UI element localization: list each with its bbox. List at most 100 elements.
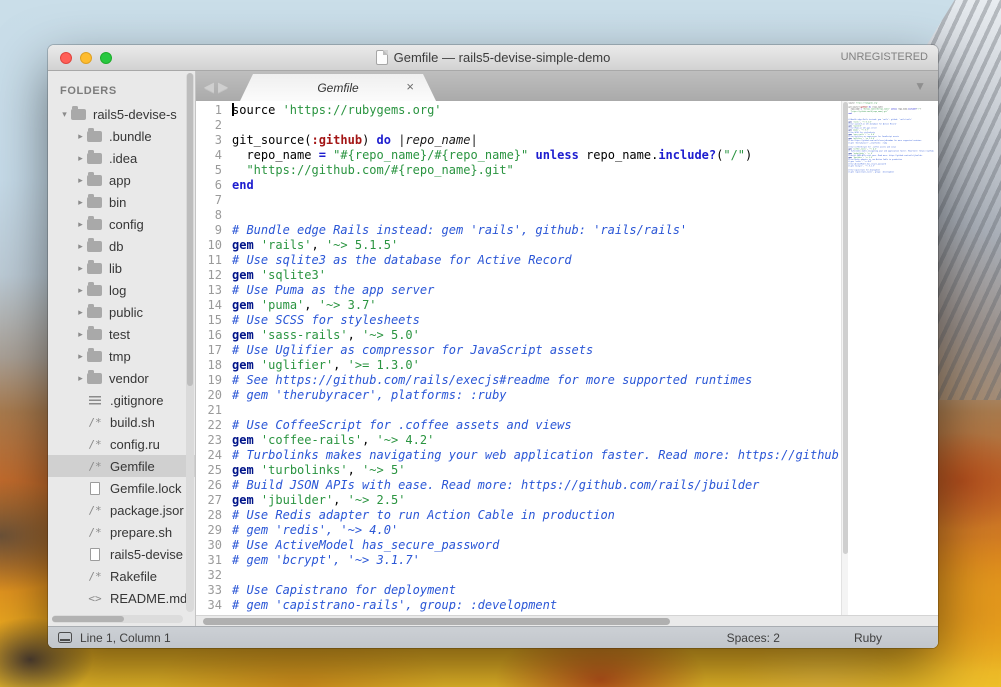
tree-item-db[interactable]: ▸ db xyxy=(48,235,195,257)
code-line[interactable]: 22 # Use CoffeeScript for .coffee assets … xyxy=(196,418,841,433)
tree-item-rails5-devise-s[interactable]: ▾ rails5-devise-s xyxy=(48,103,195,125)
code-line[interactable]: 34 # gem 'capistrano-rails', group: :deve… xyxy=(196,598,841,613)
document-icon xyxy=(375,50,388,65)
code-line[interactable]: 8 xyxy=(196,208,841,223)
tree-item-label: config.ru xyxy=(110,436,160,452)
code-line[interactable]: 27 gem 'jbuilder', '~> 2.5' xyxy=(196,493,841,508)
tree-item-tmp[interactable]: ▸ tmp xyxy=(48,345,195,367)
minimap[interactable]: source 'https://rubygems.org' git_source(… xyxy=(848,101,938,615)
close-button[interactable] xyxy=(60,52,72,64)
code-line[interactable]: 26 # Build JSON APIs with ease. Read more… xyxy=(196,478,841,493)
code-line[interactable]: 15 # Use SCSS for stylesheets xyxy=(196,313,841,328)
file-status-icon[interactable] xyxy=(58,632,72,643)
tree-item--idea[interactable]: ▸ .idea xyxy=(48,147,195,169)
expander-closed-icon[interactable]: ▸ xyxy=(74,153,87,164)
sidebar-horizontal-scrollbar[interactable] xyxy=(52,615,183,623)
code-line[interactable]: 6 end xyxy=(196,178,841,193)
line-number: 10 xyxy=(207,238,222,252)
tree-item-gemfile[interactable]: /* Gemfile xyxy=(48,455,195,477)
syntax-mode[interactable]: Ruby xyxy=(854,631,882,645)
code-line[interactable]: 14 gem 'puma', '~> 3.7' xyxy=(196,298,841,313)
code-line[interactable]: 18 gem 'uglifier', '>= 1.3.0' xyxy=(196,358,841,373)
tree-item-rakefile[interactable]: /* Rakefile xyxy=(48,565,195,587)
tree-item-app[interactable]: ▸ app xyxy=(48,169,195,191)
tab-gemfile[interactable]: Gemfile × xyxy=(240,74,436,101)
code-line[interactable]: 10 gem 'rails', '~> 5.1.5' xyxy=(196,238,841,253)
line-number: 21 xyxy=(207,403,222,417)
expander-closed-icon[interactable]: ▸ xyxy=(74,373,87,384)
tab-overflow-menu-icon[interactable]: ▼ xyxy=(914,79,926,93)
code-line[interactable]: 2 xyxy=(196,118,841,133)
tree-item-config-ru[interactable]: /* config.ru xyxy=(48,433,195,455)
code-line[interactable]: 23 gem 'coffee-rails', '~> 4.2' xyxy=(196,433,841,448)
tree-item-package-jsor[interactable]: /* package.jsor xyxy=(48,499,195,521)
expander-closed-icon[interactable]: ▸ xyxy=(74,241,87,252)
expander-closed-icon[interactable]: ▸ xyxy=(74,307,87,318)
code-line[interactable]: 24 # Turbolinks makes navigating your web… xyxy=(196,448,841,463)
editor-vertical-scrollbar[interactable] xyxy=(841,101,848,615)
expander-closed-icon[interactable]: ▸ xyxy=(74,329,87,340)
code-line[interactable]: 33 # Use Capistrano for deployment xyxy=(196,583,841,598)
expander-closed-icon[interactable]: ▸ xyxy=(74,175,87,186)
tree-item-label: .bundle xyxy=(109,128,152,144)
tree-item-readme-md[interactable]: <> README.md xyxy=(48,587,195,609)
code-line[interactable]: 12 gem 'sqlite3' xyxy=(196,268,841,283)
indentation-setting[interactable]: Spaces: 2 xyxy=(727,631,780,645)
tab-close-icon[interactable]: × xyxy=(406,79,414,94)
tree-item-label: .gitignore xyxy=(110,392,164,408)
code-line[interactable]: 4 repo_name = "#{repo_name}/#{repo_name}… xyxy=(196,148,841,163)
tree-item-vendor[interactable]: ▸ vendor xyxy=(48,367,195,389)
code-line[interactable]: 28 # Use Redis adapter to run Action Cabl… xyxy=(196,508,841,523)
tree-item-build-sh[interactable]: /* build.sh xyxy=(48,411,195,433)
title-bar[interactable]: Gemfile — rails5-devise-simple-demo UNRE… xyxy=(48,45,938,71)
expander-closed-icon[interactable]: ▸ xyxy=(74,351,87,362)
code-line[interactable]: 31 # gem 'bcrypt', '~> 3.1.7' xyxy=(196,553,841,568)
tree-item-gemfile-lock[interactable]: Gemfile.lock xyxy=(48,477,195,499)
editor-horizontal-scrollbar[interactable] xyxy=(196,615,938,626)
code-line[interactable]: 7 xyxy=(196,193,841,208)
minimize-button[interactable] xyxy=(80,52,92,64)
code-line[interactable]: 1 source 'https://rubygems.org' xyxy=(196,103,841,118)
tree-item-label: test xyxy=(109,326,130,342)
tab-nav-back-icon[interactable]: ◀ xyxy=(204,79,214,95)
code-line[interactable]: 25 gem 'turbolinks', '~> 5' xyxy=(196,463,841,478)
code-line[interactable]: 17 # Use Uglifier as compressor for JavaS… xyxy=(196,343,841,358)
code-line[interactable]: 19 # See https://github.com/rails/execjs#… xyxy=(196,373,841,388)
code-line[interactable]: 20 # gem 'therubyracer', platforms: :ruby xyxy=(196,388,841,403)
tree-item-lib[interactable]: ▸ lib xyxy=(48,257,195,279)
expander-closed-icon[interactable]: ▸ xyxy=(74,285,87,296)
tree-item-rails5-devise[interactable]: rails5-devise xyxy=(48,543,195,565)
editor[interactable]: 1 source 'https://rubygems.org' 2 3 git_sou… xyxy=(196,101,938,626)
tree-item-test[interactable]: ▸ test xyxy=(48,323,195,345)
tree-item-prepare-sh[interactable]: /* prepare.sh xyxy=(48,521,195,543)
code-line[interactable]: 11 # Use sqlite3 as the database for Acti… xyxy=(196,253,841,268)
expander-closed-icon[interactable]: ▸ xyxy=(74,263,87,274)
tree-item-public[interactable]: ▸ public xyxy=(48,301,195,323)
tree-item-log[interactable]: ▸ log xyxy=(48,279,195,301)
tree-item--gitignore[interactable]: .gitignore xyxy=(48,389,195,411)
code-text: gem 'puma', '~> 3.7' xyxy=(232,298,377,312)
code-line[interactable]: 32 xyxy=(196,568,841,583)
folder-icon xyxy=(87,260,102,274)
code-line[interactable]: 16 gem 'sass-rails', '~> 5.0' xyxy=(196,328,841,343)
tab-nav-forward-icon[interactable]: ▶ xyxy=(218,79,228,95)
code-line[interactable]: 30 # Use ActiveModel has_secure_password xyxy=(196,538,841,553)
code-line[interactable]: 9 # Bundle edge Rails instead: gem 'rails… xyxy=(196,223,841,238)
tree-item-config[interactable]: ▸ config xyxy=(48,213,195,235)
folder-icon xyxy=(87,348,102,362)
code-line[interactable]: 3 git_source(:github) do |repo_name| xyxy=(196,133,841,148)
expander-closed-icon[interactable]: ▸ xyxy=(74,219,87,230)
code-line[interactable]: 5 "https://github.com/#{repo_name}.git" xyxy=(196,163,841,178)
expander-closed-icon[interactable]: ▸ xyxy=(74,197,87,208)
code-line[interactable]: 21 xyxy=(196,403,841,418)
expander-closed-icon[interactable]: ▸ xyxy=(74,131,87,142)
code-line[interactable]: 29 # gem 'redis', '~> 4.0' xyxy=(196,523,841,538)
expander-open-icon[interactable]: ▾ xyxy=(58,109,71,120)
code-line[interactable]: 13 # Use Puma as the app server xyxy=(196,283,841,298)
line-number: 33 xyxy=(207,583,222,597)
tree-item-bin[interactable]: ▸ bin xyxy=(48,191,195,213)
code-view[interactable]: 1 source 'https://rubygems.org' 2 3 git_sou… xyxy=(196,101,841,615)
sidebar-vertical-scrollbar[interactable] xyxy=(186,73,194,612)
zoom-button[interactable] xyxy=(100,52,112,64)
tree-item--bundle[interactable]: ▸ .bundle xyxy=(48,125,195,147)
